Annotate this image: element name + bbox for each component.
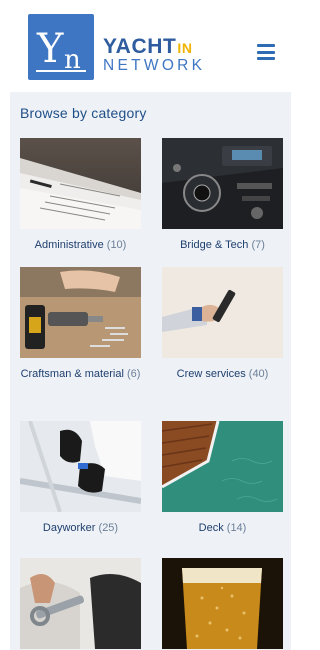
brand-name: YACHTIN [103,35,193,58]
category-label: Crew services (40) [176,368,269,380]
category-image [162,558,283,649]
category-image [20,421,141,512]
svg-text:Y: Y [36,26,64,72]
brand-subtitle: NETWORK [103,57,206,74]
category-image [162,267,283,358]
logo[interactable]: Y n [28,14,94,80]
category-label: Dayworker (25) [42,522,119,534]
category-label: Administrative (10) [34,239,127,251]
category-image [20,138,141,229]
section-title: Browse by category [20,105,147,121]
category-label: Bridge & Tech (7) [180,239,265,251]
category-image [20,558,141,649]
category-image [162,421,283,512]
category-image [162,138,283,229]
category-label: Craftsman & material (6) [20,368,141,380]
category-image [20,267,141,358]
hamburger-menu-icon[interactable] [257,44,275,60]
category-label: Deck (14) [198,522,247,534]
site-header: Y n YACHTIN NETWORK [0,0,300,90]
brand-suffix: IN [177,40,193,56]
logo-mark-icon: Y n [36,26,86,75]
